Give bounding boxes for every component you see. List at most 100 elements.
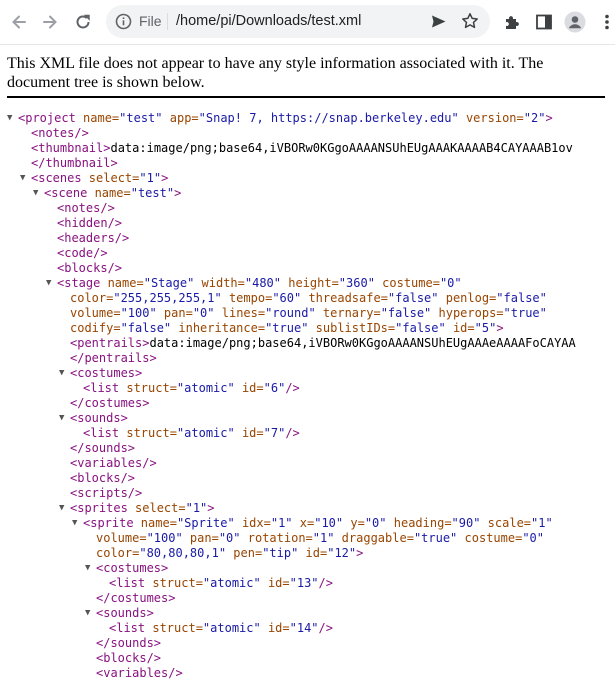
- url-text[interactable]: /home/pi/Downloads/test.xml: [176, 5, 361, 38]
- xml-attr-value: "90": [451, 516, 481, 530]
- profile-button[interactable]: [562, 9, 588, 35]
- xml-attr-value: "1": [270, 516, 293, 530]
- xml-line-text: </sounds>: [96, 636, 161, 651]
- xml-line-text: <list struct="atomic" id="13"/>: [109, 576, 333, 591]
- xml-tag: <scenes: [31, 171, 82, 185]
- xml-attr-name: id=: [234, 426, 264, 440]
- side-panel-button[interactable]: [531, 9, 557, 35]
- xml-attr-name: id=: [260, 576, 290, 590]
- xml-tag: <pentrails>: [70, 336, 150, 350]
- xml-line-text: <list struct="atomic" id="14"/>: [109, 621, 333, 636]
- xml-attr-name: pan=: [182, 531, 219, 545]
- xml-attr-name: volume=: [70, 306, 121, 320]
- xml-attr-value: "1": [139, 171, 162, 185]
- collapse-toggle-icon[interactable]: ▼: [7, 111, 12, 126]
- xml-tag: <sprite: [83, 516, 134, 530]
- address-bar[interactable]: File /home/pi/Downloads/test.xml: [106, 5, 490, 38]
- xml-tag: <list: [109, 621, 146, 635]
- xml-line-text: <sprite name="Sprite" idx="1" x="10" y="…: [83, 516, 553, 531]
- collapse-toggle-icon[interactable]: ▼: [85, 606, 90, 621]
- address-separator: [167, 13, 168, 30]
- info-icon[interactable]: [115, 13, 132, 34]
- xml-tag: <costumes>: [70, 366, 143, 380]
- xml-line-text: <list struct="atomic" id="7"/>: [83, 426, 300, 441]
- xml-tree-line: color="80,80,80,1" pen="tip" id="12">: [0, 546, 615, 561]
- xml-line-text: <variables/>: [96, 666, 183, 681]
- side-panel-icon: [536, 14, 552, 30]
- xml-attr-name: id=: [298, 546, 328, 560]
- collapse-toggle-icon[interactable]: ▼: [20, 171, 25, 186]
- collapse-toggle-icon[interactable]: ▼: [59, 411, 64, 426]
- xml-line-text: <scene name="test">: [44, 186, 181, 201]
- xml-attr-value: "test": [119, 111, 163, 125]
- xml-attr-value: "false": [395, 321, 446, 335]
- xml-tag: </pentrails>: [70, 351, 157, 365]
- xml-attr-name: struct=: [145, 621, 203, 635]
- menu-button[interactable]: [598, 9, 615, 35]
- xml-line-text: <headers/>: [57, 231, 129, 246]
- xml-line-text: <code/>: [57, 246, 108, 261]
- xml-tree-line: volume="100" pan="0" lines="round" terna…: [0, 306, 615, 321]
- xml-attr-value: "false": [120, 321, 172, 335]
- xml-line-text: </pentrails>: [70, 351, 157, 366]
- xml-line-text: color="255,255,255,1" tempo="60" threads…: [70, 291, 547, 306]
- xml-attr-value: "false": [496, 291, 547, 305]
- xml-tag: </thumbnail>: [31, 156, 118, 170]
- browser-toolbar: File /home/pi/Downloads/test.xml: [0, 0, 615, 45]
- collapse-toggle-icon[interactable]: ▼: [33, 186, 38, 201]
- xml-attr-name: ternary=: [315, 306, 381, 320]
- collapse-toggle-icon[interactable]: ▼: [46, 276, 51, 291]
- xml-tag: />: [285, 426, 300, 440]
- collapse-toggle-icon[interactable]: ▼: [59, 501, 64, 516]
- xml-attr-name: name=: [100, 276, 144, 290]
- xml-tree-line: ▼ <sprites select="1">: [0, 501, 615, 516]
- xml-tag: <code/>: [57, 246, 108, 260]
- xml-attr-value: "test": [130, 186, 175, 200]
- xml-tree-line: <notes/>: [0, 126, 615, 141]
- xml-attr-name: name=: [87, 186, 131, 200]
- reload-button[interactable]: [70, 9, 96, 35]
- info-divider: [7, 96, 605, 98]
- xml-attr-name: tempo=: [221, 291, 273, 305]
- xml-attr-name: y=: [343, 516, 365, 530]
- send-icon[interactable]: [430, 13, 447, 34]
- xml-attr-name: struct=: [119, 426, 177, 440]
- xml-tag: >: [356, 546, 364, 560]
- extensions-button[interactable]: [499, 9, 525, 35]
- xml-tree-line: <notes/>: [0, 201, 615, 216]
- xml-attr-name: scale=: [480, 516, 532, 530]
- xml-attr-value: "Sprite": [176, 516, 235, 530]
- xml-tree-line: </sounds>: [0, 636, 615, 651]
- xml-attr-name: lines=: [214, 306, 266, 320]
- xml-tag: <hidden/>: [57, 216, 123, 230]
- xml-tree-line: ▼ <costumes>: [0, 561, 615, 576]
- xml-attr-value: "60": [272, 291, 302, 305]
- xml-text: data:image/png;base64,iVBORw0KGgoAAAANSU…: [110, 141, 573, 155]
- xml-tree-line: <list struct="atomic" id="6"/>: [0, 381, 615, 396]
- xml-attr-name: costume=: [457, 531, 523, 545]
- xml-attr-name: width=: [194, 276, 245, 290]
- xml-tree-line: <thumbnail>data:image/png;base64,iVBORw0…: [0, 141, 615, 156]
- xml-line-text: </thumbnail>: [31, 156, 118, 171]
- xml-attr-value: "7": [263, 426, 286, 440]
- back-button[interactable]: [6, 9, 32, 35]
- xml-tag: </costumes>: [96, 591, 176, 605]
- xml-attr-value: "12": [327, 546, 357, 560]
- collapse-toggle-icon[interactable]: ▼: [59, 366, 64, 381]
- xml-tree-line: </costumes>: [0, 396, 615, 411]
- xml-attr-value: "0": [364, 516, 387, 530]
- xml-tree-line: <list struct="atomic" id="13"/>: [0, 576, 615, 591]
- xml-attr-name: draggable=: [334, 531, 414, 545]
- xml-line-text: <list struct="atomic" id="6"/>: [83, 381, 300, 396]
- xml-attr-name: color=: [70, 291, 114, 305]
- xml-attr-value: "80,80,80,1": [139, 546, 227, 560]
- collapse-toggle-icon[interactable]: ▼: [72, 516, 77, 531]
- xml-line-text: <pentrails>data:image/png;base64,iVBORw0…: [70, 336, 576, 351]
- xml-line-text: <blocks/>: [96, 651, 161, 666]
- xml-attr-value: "5": [474, 321, 497, 335]
- collapse-toggle-icon[interactable]: ▼: [85, 561, 90, 576]
- xml-line-text: color="80,80,80,1" pen="tip" id="12">: [96, 546, 363, 561]
- xml-line-text: <stage name="Stage" width="480" height="…: [57, 276, 462, 291]
- star-icon[interactable]: [461, 12, 479, 34]
- forward-button[interactable]: [37, 9, 63, 35]
